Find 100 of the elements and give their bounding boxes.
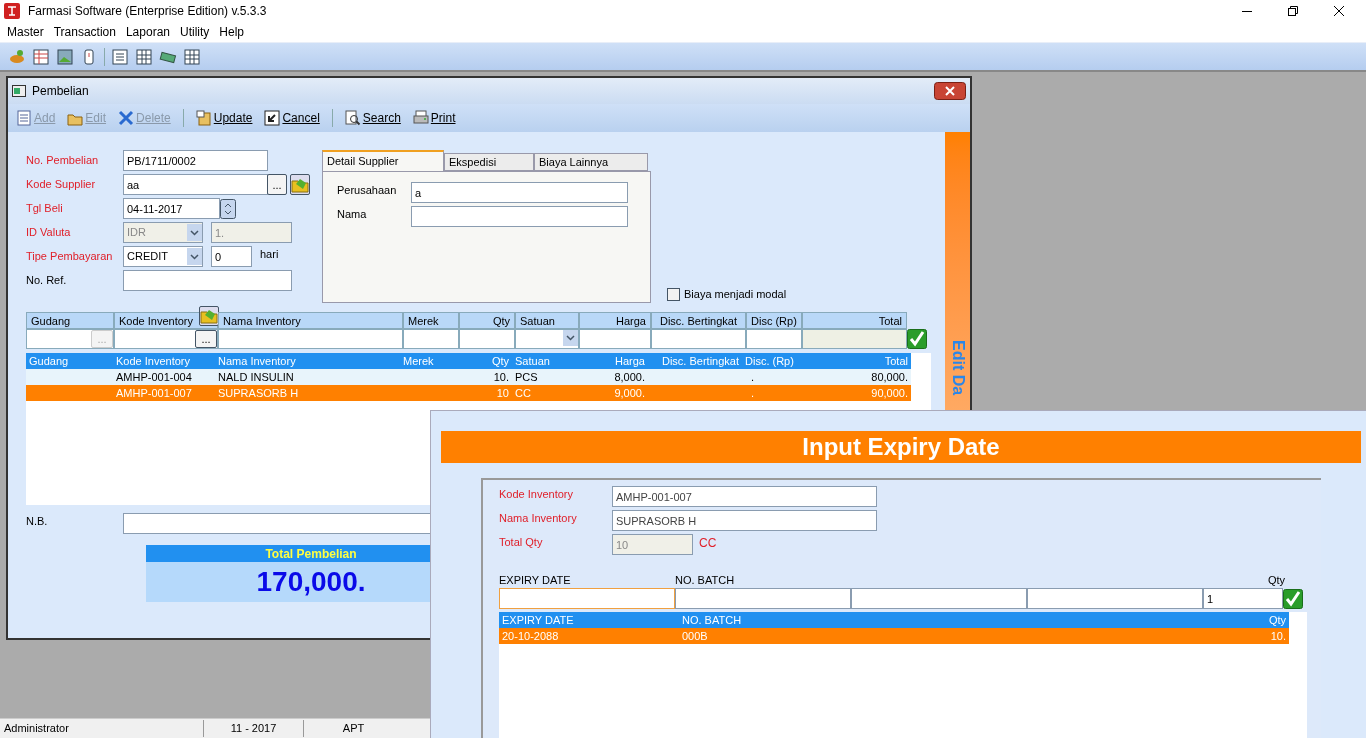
toolbar-button[interactable]: Cancel: [264, 109, 320, 127]
grid-icon[interactable]: [135, 47, 153, 66]
text-field[interactable]: aa: [123, 174, 268, 195]
list-icon[interactable]: [111, 47, 129, 66]
browse-button[interactable]: ...: [195, 330, 217, 348]
text-field[interactable]: [411, 206, 628, 227]
column-header: Disc (Rp): [746, 312, 802, 329]
app-logo-icon: [4, 3, 20, 19]
folder-button[interactable]: [290, 174, 310, 195]
input-field[interactable]: [746, 329, 802, 349]
column-header: Nama Inventory: [218, 312, 403, 329]
text-field[interactable]: [123, 270, 292, 291]
input-field[interactable]: [1027, 588, 1203, 609]
menu-item[interactable]: Transaction: [48, 23, 121, 41]
confirm-button[interactable]: [1283, 588, 1303, 609]
unit-label: CC: [699, 535, 717, 552]
table-row[interactable]: AMHP-001-004 NALD INSULIN 10. PCS 8,000. . 80,000.: [26, 369, 911, 385]
chevron-down-icon: [563, 330, 578, 346]
field-label: No. Pembelian: [26, 153, 100, 169]
checkbox-label: Biaya menjadi modal: [684, 286, 787, 302]
table-cell-text: 000B: [681, 629, 709, 644]
input-field[interactable]: [675, 588, 851, 609]
table-cell-text: AMHP-001-007: [115, 386, 193, 401]
menu-item[interactable]: Laporan: [120, 23, 175, 41]
field-label: Nama: [337, 207, 368, 222]
date-field[interactable]: 04-11-2017: [123, 198, 220, 219]
table-icon[interactable]: [32, 47, 50, 66]
column-header: Harga: [614, 354, 646, 369]
menu-item[interactable]: Help: [214, 23, 249, 41]
table-cell-text: 90,000.: [870, 386, 909, 401]
menu-item[interactable]: Utility: [175, 23, 215, 41]
status-text: 11 - 2017: [203, 720, 303, 737]
column-header: Gudang: [28, 354, 70, 369]
text-field[interactable]: SUPRASORB H: [612, 510, 877, 531]
input-field[interactable]: [802, 329, 907, 349]
input-field[interactable]: [499, 588, 675, 609]
column-header: Harga: [579, 312, 651, 329]
maximize-icon[interactable]: [1288, 6, 1298, 16]
status-text: APT: [303, 720, 403, 737]
input-field[interactable]: ...: [114, 329, 218, 349]
picture-icon[interactable]: [56, 47, 74, 66]
column-header: Nama Inventory: [217, 354, 297, 369]
delete-icon: [118, 110, 135, 126]
input-field[interactable]: [851, 588, 1027, 609]
folder-icon: [291, 176, 309, 193]
input-field[interactable]: [218, 329, 403, 349]
column-header: Merek: [402, 354, 435, 369]
column-header: Qty: [1267, 573, 1285, 588]
checkmark-icon: [907, 329, 927, 349]
input-field[interactable]: [579, 329, 651, 349]
grid-icon[interactable]: [183, 47, 201, 66]
column-header: Disc. (Rp): [744, 354, 795, 369]
field-label: Nama Inventory: [499, 511, 578, 526]
confirm-button[interactable]: [907, 329, 927, 349]
table-cell-text: .: [750, 370, 756, 385]
text-field[interactable]: a: [411, 182, 628, 203]
close-icon: [934, 82, 966, 100]
input-field[interactable]: 1: [1203, 588, 1283, 609]
column-header: Gudang: [26, 312, 114, 329]
input-field[interactable]: [459, 329, 515, 349]
close-icon[interactable]: [1334, 6, 1344, 16]
field-label: No. Ref.: [26, 273, 68, 289]
toolbar-button[interactable]: Update: [195, 109, 253, 127]
tab[interactable]: Detail Supplier: [322, 150, 444, 171]
table-cell-text: PCS: [514, 370, 539, 385]
folder-button[interactable]: [199, 306, 219, 326]
input-field[interactable]: [651, 329, 746, 349]
field-label: ID Valuta: [26, 225, 72, 241]
chevron-down-icon: [187, 224, 202, 241]
table-cell-text: 9,000.: [613, 386, 646, 401]
field-label: Total Qty: [499, 535, 544, 550]
table-cell-text: 10: [495, 386, 510, 401]
text-field[interactable]: AMHP-001-007: [612, 486, 877, 507]
browse-button[interactable]: ...: [267, 174, 287, 195]
table-cell-text: AMHP-001-004: [115, 370, 193, 385]
table-cell-text: 10.: [492, 370, 510, 385]
toolbar-button[interactable]: Search: [344, 109, 401, 127]
clipboard-icon: [195, 110, 212, 126]
toolbar-button[interactable]: Print: [412, 109, 456, 127]
tab[interactable]: Biaya Lainnya: [534, 153, 648, 171]
field-label: Perusahaan: [337, 183, 398, 198]
dropdown[interactable]: CREDIT: [123, 246, 203, 267]
column-header: Merek: [403, 312, 459, 329]
menu-item[interactable]: Master: [2, 23, 49, 41]
column-header: Total: [883, 354, 909, 369]
column-header: EXPIRY DATE: [499, 573, 572, 588]
chevron-down-icon: [187, 248, 202, 265]
tab[interactable]: Ekspedisi: [444, 153, 534, 171]
text-field[interactable]: PB/1711/0002: [123, 150, 268, 171]
input-field[interactable]: [403, 329, 459, 349]
input-field[interactable]: [515, 329, 579, 349]
document-icon: [16, 110, 32, 126]
table-cell-text: .: [750, 386, 756, 401]
field-label: Tipe Pembayaran: [26, 249, 114, 265]
text-field[interactable]: 0: [211, 246, 252, 267]
window-title: Pembelian: [32, 83, 89, 100]
checkmark-icon: [1283, 588, 1303, 609]
checkbox[interactable]: [667, 288, 680, 301]
window-icon: [12, 85, 26, 97]
table-cell-text: 8,000.: [613, 370, 646, 385]
